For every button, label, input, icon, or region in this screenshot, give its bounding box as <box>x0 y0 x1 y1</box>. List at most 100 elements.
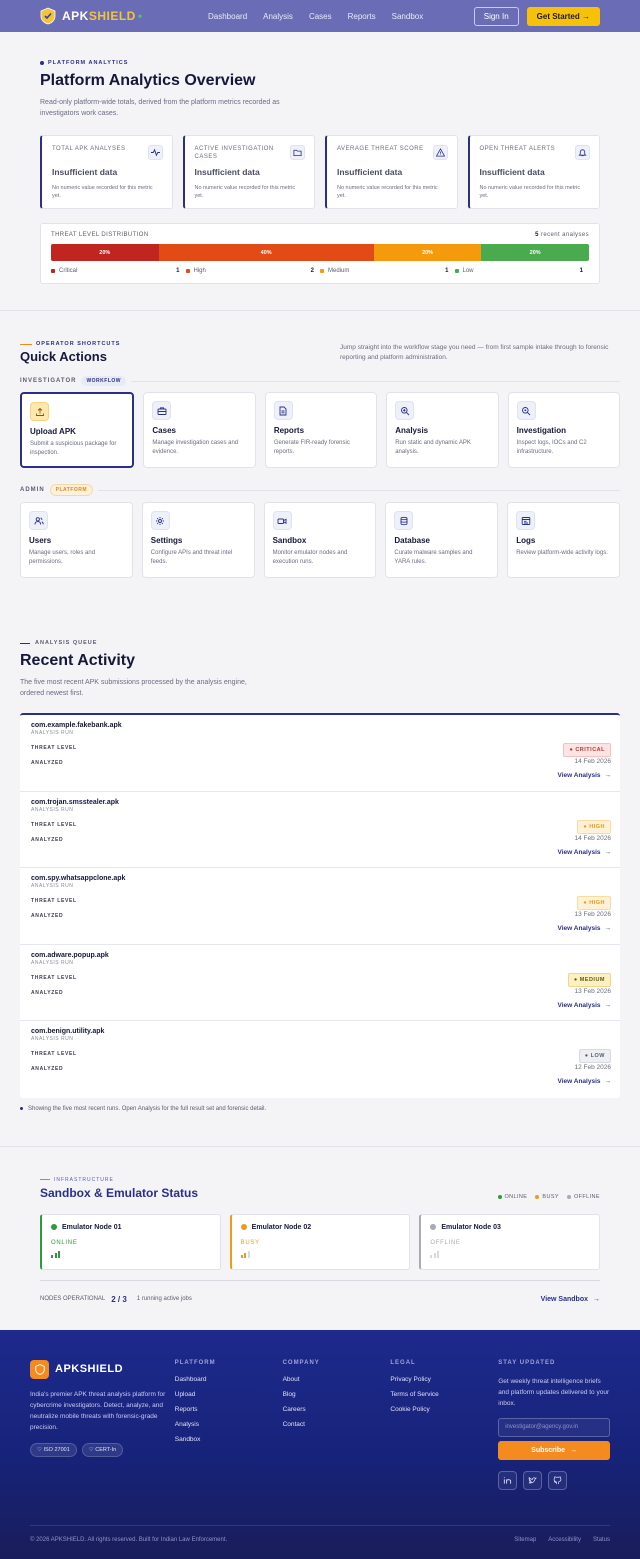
linkedin-icon[interactable] <box>498 1470 518 1490</box>
nav-link-sandbox[interactable]: Sandbox <box>392 12 424 21</box>
footer-col-legal: LEGAL Privacy Policy Terms of Service Co… <box>390 1360 498 1490</box>
action-card-investigation[interactable]: Investigation Inspect logs, IOCs and C2 … <box>507 392 621 468</box>
nodes-operational-value: 2 / 3 <box>111 1294 127 1304</box>
page-subtitle: Read-only platform-wide totals, derived … <box>40 99 280 117</box>
footer-bottom: © 2026 APKSHIELD. All rights reserved. B… <box>30 1524 610 1543</box>
footer-col-title: LEGAL <box>390 1359 416 1366</box>
view-analysis-link[interactable]: View Analysis → <box>558 772 612 779</box>
get-started-button[interactable]: Get Started → <box>526 6 600 26</box>
footer-link[interactable]: Cookie Policy <box>390 1406 498 1413</box>
action-card-sandbox[interactable]: Sandbox Monitor emulator nodes and execu… <box>263 502 377 578</box>
view-sandbox-link[interactable]: View Sandbox → <box>541 1296 600 1303</box>
view-analysis-link[interactable]: View Analysis → <box>558 1078 612 1085</box>
quick-actions-subtitle: Jump straight into the workflow stage yo… <box>340 344 609 361</box>
github-icon[interactable] <box>548 1470 568 1490</box>
footer-link[interactable]: About <box>283 1376 391 1383</box>
action-card-logs[interactable]: Logs Review platform-wide activity logs. <box>507 502 620 578</box>
subscribe-button[interactable]: Subscribe → <box>498 1440 610 1460</box>
brand-logo[interactable]: APK SHIELD • <box>40 7 143 25</box>
email-field[interactable]: investigator@agency.gov.in <box>498 1417 610 1437</box>
nav-link-analysis[interactable]: Analysis <box>263 12 293 21</box>
nav-link-reports[interactable]: Reports <box>348 12 376 21</box>
action-card-upload-apk[interactable]: Upload APK Submit a suspicious package f… <box>20 392 135 468</box>
stat-card-threat-score: AVERAGE THREAT SCORE Insufficient data N… <box>325 135 458 209</box>
social-links <box>498 1470 610 1490</box>
node-card-02[interactable]: Emulator Node 02 BUSY <box>229 1213 411 1270</box>
quick-actions-title: Quick Actions <box>20 349 107 364</box>
threat-level-key: THREAT LEVEL <box>31 1051 77 1057</box>
nav-link-cases[interactable]: Cases <box>309 12 332 21</box>
footer-brand: APKSHIELD India's premier APK threat ana… <box>30 1359 175 1490</box>
legend-online: ONLINE <box>497 1194 528 1200</box>
brand-part-1: APK <box>62 9 89 23</box>
sign-in-button[interactable]: Sign In <box>473 6 519 26</box>
accessibility-link[interactable]: Accessibility <box>548 1537 581 1543</box>
node-status: ONLINE <box>51 1239 78 1246</box>
sitemap-link[interactable]: Sitemap <box>514 1537 536 1543</box>
node-header: Emulator Node 01 <box>51 1224 211 1231</box>
arrow-right-icon: → <box>570 1446 578 1454</box>
footer-link[interactable]: Contact <box>283 1421 391 1428</box>
card-title: Settings <box>150 536 183 545</box>
footer-link[interactable]: Sandbox <box>175 1436 283 1443</box>
status-legend: ONLINE BUSY OFFLINE <box>497 1194 601 1200</box>
stat-card-total-analyses: TOTAL APK ANALYSES Insufficient data No … <box>40 135 173 209</box>
action-card-cases[interactable]: Cases Manage investigation cases and evi… <box>143 392 256 468</box>
footer-link[interactable]: Reports <box>175 1406 283 1413</box>
video-icon <box>272 511 292 530</box>
signal-bar <box>433 1252 436 1258</box>
node-card-01[interactable]: Emulator Node 01 ONLINE <box>40 1213 221 1270</box>
nodes-operational-label: NODES OPERATIONAL <box>40 1296 106 1302</box>
upload-icon <box>30 402 49 421</box>
action-card-analysis[interactable]: Analysis Run static and dynamic APK anal… <box>386 392 499 468</box>
signal-bar <box>430 1254 433 1258</box>
activity-row: com.spy.whatsappclone.apk ANALYSIS RUN T… <box>20 868 620 945</box>
view-analysis-link[interactable]: View Analysis → <box>558 1002 612 1009</box>
view-analysis-label: View Analysis <box>557 925 601 932</box>
footer-link[interactable]: Upload <box>175 1391 283 1398</box>
card-desc: Submit a suspicious package for inspecti… <box>30 441 117 456</box>
quick-actions-header: OPERATOR SHORTCUTS Quick Actions Jump st… <box>20 341 620 364</box>
sandbox-eyebrow: INFRASTRUCTURE <box>40 1177 198 1183</box>
view-analysis-link[interactable]: View Analysis → <box>558 849 612 856</box>
divider <box>131 380 620 382</box>
package-name: com.trojan.smsstealer.apk <box>31 798 119 806</box>
footer-link[interactable]: Analysis <box>175 1421 283 1428</box>
footer-link[interactable]: Careers <box>283 1406 391 1413</box>
arrow-right-icon: → <box>593 1295 600 1303</box>
package-name: com.example.fakebank.apk <box>31 722 122 729</box>
action-card-settings[interactable]: Settings Configure APIs and threat intel… <box>141 502 255 578</box>
action-card-database[interactable]: Database Curate malware samples and YARA… <box>385 502 499 578</box>
sandbox-eyebrow-label: INFRASTRUCTURE <box>54 1176 114 1183</box>
threat-level-key: THREAT LEVEL <box>31 974 77 981</box>
signal-bar <box>437 1250 440 1258</box>
group-tag: WORKFLOW <box>81 376 126 386</box>
activity-row: com.trojan.smsstealer.apk ANALYSIS RUN T… <box>20 792 620 868</box>
node-card-03[interactable]: Emulator Node 03 OFFLINE <box>419 1213 601 1270</box>
package-name: com.adware.popup.apk <box>31 951 109 959</box>
view-analysis-label: View Analysis <box>557 1078 601 1085</box>
legend-count: 1 <box>445 268 449 274</box>
footer-link[interactable]: Terms of Service <box>390 1391 498 1398</box>
footer-link[interactable]: Dashboard <box>175 1376 283 1383</box>
card-title: Reports <box>273 426 305 435</box>
nav-link-dashboard[interactable]: Dashboard <box>208 12 247 21</box>
footer-link[interactable]: Blog <box>283 1391 391 1398</box>
action-card-users[interactable]: Users Manage users, roles and permission… <box>20 502 133 578</box>
analyzed-date: 13 Feb 2026 <box>574 911 611 918</box>
admin-cards: Users Manage users, roles and permission… <box>20 502 620 578</box>
footer-link[interactable]: Privacy Policy <box>390 1376 498 1383</box>
card-title: Users <box>29 536 52 545</box>
status-link[interactable]: Status <box>593 1537 610 1543</box>
view-analysis-link[interactable]: View Analysis → <box>558 925 612 932</box>
sandbox-title: Sandbox & Emulator Status <box>40 1185 199 1200</box>
twitter-icon[interactable] <box>523 1470 543 1490</box>
distribution-count-label: recent analyses <box>540 232 589 238</box>
run-kind: ANALYSIS RUN <box>31 883 74 889</box>
footer-logo[interactable]: APKSHIELD <box>30 1359 175 1379</box>
document-icon <box>273 401 293 420</box>
legend-busy: BUSY <box>535 1194 559 1200</box>
package-name: com.spy.whatsappclone.apk <box>31 875 126 882</box>
action-card-reports[interactable]: Reports Generate FIR-ready forensic repo… <box>264 392 378 468</box>
newsletter-text: Get weekly threat intelligence briefs an… <box>498 1377 610 1407</box>
